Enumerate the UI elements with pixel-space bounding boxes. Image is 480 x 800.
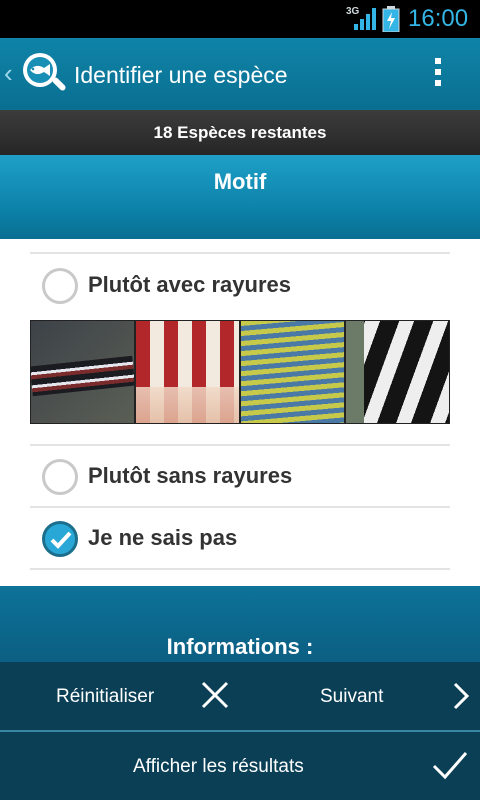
show-results-button[interactable]: Afficher les résultats	[133, 756, 304, 778]
divider	[30, 444, 450, 446]
next-button[interactable]: Suivant	[320, 686, 383, 708]
remaining-species-banner: 18 Espèces restantes	[0, 110, 480, 155]
signal-icon	[354, 8, 376, 30]
status-bar: 3G 16:00	[0, 0, 480, 38]
divider	[30, 506, 450, 508]
back-chevron-icon[interactable]: ‹	[4, 58, 13, 89]
divider	[30, 568, 450, 570]
page-title: Identifier une espèce	[74, 62, 288, 88]
option-label: Je ne sais pas	[88, 525, 238, 550]
show-results-bar[interactable]: Afficher les résultats	[0, 732, 480, 800]
overflow-menu-icon[interactable]	[432, 58, 444, 92]
fish-magnifier-icon[interactable]	[18, 48, 70, 100]
clock: 16:00	[408, 5, 469, 32]
chevron-right-icon[interactable]	[452, 682, 470, 710]
fish-image	[240, 320, 345, 424]
fish-image	[345, 320, 450, 424]
divider	[30, 252, 450, 254]
option-without-stripes[interactable]: Plutôt sans rayures	[30, 447, 450, 505]
section-header: Motif	[0, 155, 480, 239]
stripe-examples-images	[30, 320, 450, 424]
radio-button-checked[interactable]	[42, 521, 78, 557]
radio-button[interactable]	[42, 459, 78, 495]
section-title: Motif	[213, 169, 267, 194]
fish-image	[30, 320, 135, 424]
option-with-stripes[interactable]: Plutôt avec rayures	[30, 256, 450, 314]
info-header: Informations :	[0, 586, 480, 662]
reset-button[interactable]: Réinitialiser	[56, 686, 154, 708]
option-label: Plutôt sans rayures	[88, 463, 293, 488]
action-bar: ‹ Identifier une espèce	[0, 38, 480, 110]
bottom-nav-bar: Réinitialiser Suivant	[0, 662, 480, 730]
checkmark-icon	[50, 531, 72, 549]
close-icon[interactable]	[200, 680, 230, 710]
option-dont-know[interactable]: Je ne sais pas	[30, 509, 450, 567]
check-icon[interactable]	[432, 750, 468, 780]
fish-image	[135, 320, 240, 424]
battery-charging-icon	[382, 6, 400, 32]
option-label: Plutôt avec rayures	[88, 272, 291, 297]
radio-button[interactable]	[42, 268, 78, 304]
info-title: Informations :	[166, 634, 314, 659]
